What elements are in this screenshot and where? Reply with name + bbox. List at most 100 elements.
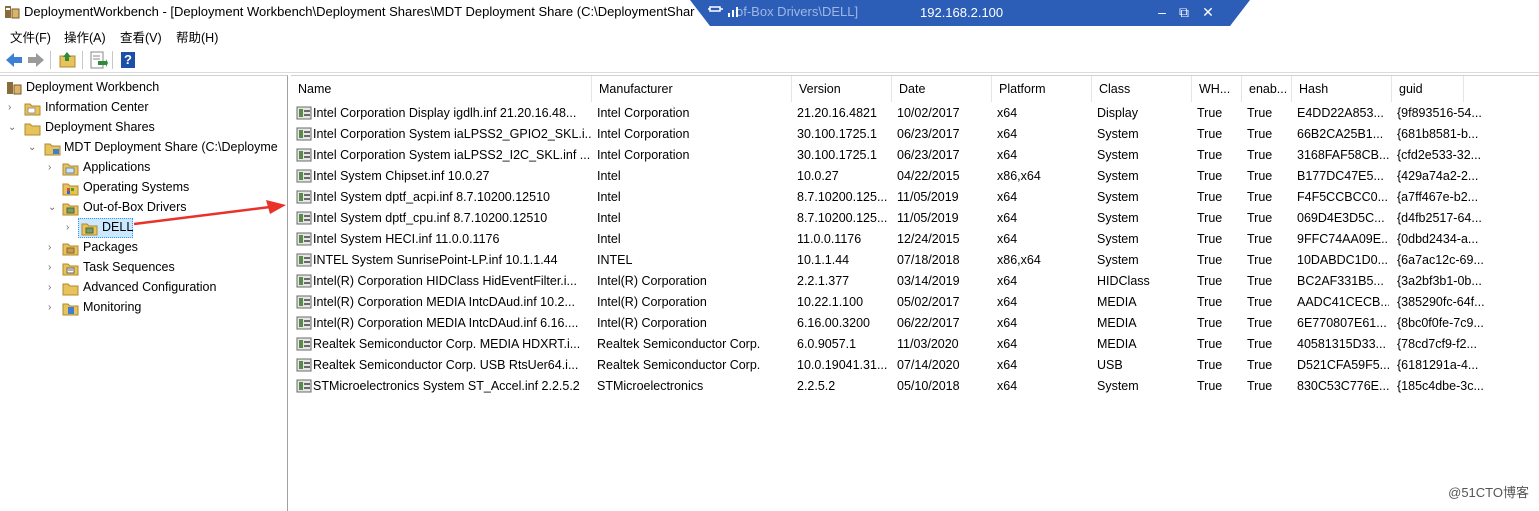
tree-node-monitoring[interactable]: › Monitoring xyxy=(0,298,288,318)
column-header-whql[interactable]: WH... xyxy=(1192,76,1242,102)
menu-file[interactable]: 文件(F) xyxy=(10,27,51,46)
up-folder-icon[interactable] xyxy=(58,50,78,70)
column-header-hash[interactable]: Hash xyxy=(1292,76,1392,102)
table-row[interactable]: Intel(R) Corporation MEDIA IntcDAud.inf … xyxy=(291,313,1491,334)
tree-node-deployment-shares[interactable]: ⌄ Deployment Shares xyxy=(0,118,288,138)
driver-icon xyxy=(296,378,313,394)
chevron-down-icon[interactable]: ⌄ xyxy=(48,203,58,213)
table-row[interactable]: Realtek Semiconductor Corp. MEDIA HDXRT.… xyxy=(291,334,1491,355)
cell-enabled: True xyxy=(1247,106,1273,120)
workbench-icon xyxy=(6,80,23,96)
tree-node-operating-systems[interactable]: Operating Systems xyxy=(0,178,288,198)
table-row[interactable]: Intel System dptf_acpi.inf 8.7.10200.125… xyxy=(291,187,1491,208)
window-title: DeploymentWorkbench - [Deployment Workbe… xyxy=(24,4,695,19)
remote-restore-button[interactable]: ⧉ xyxy=(1174,2,1194,22)
cell-guid: {3a2bf3b1-0b... xyxy=(1397,274,1482,288)
chevron-right-icon[interactable]: › xyxy=(8,103,18,113)
cell-enabled: True xyxy=(1247,337,1273,351)
cell-guid: {8bc0f0fe-7c9... xyxy=(1397,316,1484,330)
table-row[interactable]: Intel System Chipset.inf 10.0.27 Intel 10.… xyxy=(291,166,1491,187)
cell-manufacturer: Intel xyxy=(597,190,621,204)
toolbar: ? xyxy=(0,47,1539,73)
remote-title-overlap: of-Box Drivers\DELL] xyxy=(736,4,859,19)
cell-class: System xyxy=(1097,148,1139,162)
column-header-manufacturer[interactable]: Manufacturer xyxy=(592,76,792,102)
table-row[interactable]: INTEL System SunrisePoint-LP.inf 10.1.1.… xyxy=(291,250,1491,271)
tree-node-deployment-workbench[interactable]: Deployment Workbench xyxy=(0,78,288,98)
remote-minimize-button[interactable]: – xyxy=(1152,2,1172,22)
tree-label: MDT Deployment Share (C:\Deployme xyxy=(64,140,278,154)
tree-label: DELL xyxy=(102,220,134,234)
chevron-right-icon[interactable]: › xyxy=(66,223,76,233)
forward-arrow-icon[interactable] xyxy=(26,50,46,70)
chevron-down-icon[interactable]: ⌄ xyxy=(28,143,38,153)
cell-platform: x64 xyxy=(997,358,1018,372)
column-header-class[interactable]: Class xyxy=(1092,76,1192,102)
column-header-enabled[interactable]: enab... xyxy=(1242,76,1292,102)
cell-version: 10.1.1.44 xyxy=(797,253,850,267)
driver-icon xyxy=(296,315,313,331)
menu-action[interactable]: 操作(A) xyxy=(64,27,106,46)
chevron-right-icon[interactable]: › xyxy=(48,163,58,173)
table-row[interactable]: Intel(R) Corporation MEDIA IntcDAud.inf … xyxy=(291,292,1491,313)
cell-class: System xyxy=(1097,190,1139,204)
cell-name: Intel System HECI.inf 11.0.0.1176 xyxy=(313,232,500,246)
cell-whql: True xyxy=(1197,274,1223,288)
table-row[interactable]: Intel Corporation System iaLPSS2_I2C_SKL… xyxy=(291,145,1491,166)
export-list-icon[interactable] xyxy=(88,50,108,70)
column-header-guid[interactable]: guid xyxy=(1392,76,1464,102)
menu-help[interactable]: 帮助(H) xyxy=(176,27,218,46)
chevron-down-icon[interactable]: ⌄ xyxy=(8,123,18,133)
tree-label: Monitoring xyxy=(83,300,142,314)
chevron-right-icon[interactable]: › xyxy=(48,283,58,293)
remote-close-button[interactable]: ✕ xyxy=(1198,2,1218,22)
chevron-right-icon[interactable]: › xyxy=(48,263,58,273)
cell-enabled: True xyxy=(1247,232,1273,246)
table-row[interactable]: Realtek Semiconductor Corp. USB RtsUer64… xyxy=(291,355,1491,376)
tree-node-applications[interactable]: › Applications xyxy=(0,158,288,178)
cell-whql: True xyxy=(1197,295,1223,309)
cell-class: System xyxy=(1097,379,1139,393)
cell-version: 2.2.5.2 xyxy=(797,379,836,393)
chevron-right-icon[interactable]: › xyxy=(48,303,58,313)
cell-hash: AADC41CECB... xyxy=(1297,295,1389,309)
cell-class: MEDIA xyxy=(1097,295,1137,309)
pin-icon[interactable] xyxy=(708,4,726,20)
back-arrow-icon[interactable] xyxy=(4,50,24,70)
table-row[interactable]: Intel System HECI.inf 11.0.0.1176 Intel 11… xyxy=(291,229,1491,250)
cell-enabled: True xyxy=(1247,127,1273,141)
column-header-date[interactable]: Date xyxy=(892,76,992,102)
cell-name: Intel(R) Corporation MEDIA IntcDAud.inf … xyxy=(313,316,579,330)
cell-guid: {681b8581-b... xyxy=(1397,127,1479,141)
table-row[interactable]: Intel Corporation System iaLPSS2_GPIO2_S… xyxy=(291,124,1491,145)
cell-version: 11.0.0.1176 xyxy=(797,232,862,246)
cell-class: Display xyxy=(1097,106,1138,120)
cell-hash: F4F5CCBCC0... xyxy=(1297,190,1388,204)
tree-node-packages[interactable]: › Packages xyxy=(0,238,288,258)
tree-node-task-sequences[interactable]: › Task Sequences xyxy=(0,258,288,278)
cell-class: MEDIA xyxy=(1097,337,1137,351)
tree-node-mdt-deployment-share[interactable]: ⌄ MDT Deployment Share (C:\Deployme xyxy=(0,138,288,158)
menu-view[interactable]: 查看(V) xyxy=(120,27,162,46)
cell-version: 30.100.1725.1 xyxy=(797,127,877,141)
cell-whql: True xyxy=(1197,358,1223,372)
help-icon[interactable]: ? xyxy=(118,50,138,70)
packages-folder-icon xyxy=(62,240,79,256)
cell-name: Realtek Semiconductor Corp. MEDIA HDXRT.… xyxy=(313,337,581,351)
connection-signal-icon[interactable] xyxy=(728,5,742,20)
cell-date: 11/05/2019 xyxy=(897,211,959,225)
chevron-right-icon[interactable]: › xyxy=(48,243,58,253)
drivers-folder-icon xyxy=(62,200,79,216)
tree-node-information-center[interactable]: › Information Center xyxy=(0,98,288,118)
column-header-platform[interactable]: Platform xyxy=(992,76,1092,102)
driver-icon xyxy=(296,168,313,184)
table-row[interactable]: Intel(R) Corporation HIDClass HidEventFi… xyxy=(291,271,1491,292)
operating-systems-folder-icon xyxy=(62,180,79,196)
table-row[interactable]: STMicroelectronics System ST_Accel.inf 2… xyxy=(291,376,1491,397)
table-row[interactable]: Intel System dptf_cpu.inf 8.7.10200.1251… xyxy=(291,208,1491,229)
column-header-name[interactable]: Name xyxy=(291,76,592,102)
cell-whql: True xyxy=(1197,148,1223,162)
column-header-version[interactable]: Version xyxy=(792,76,892,102)
tree-node-advanced-configuration[interactable]: › Advanced Configuration xyxy=(0,278,288,298)
table-row[interactable]: Intel Corporation Display igdlh.inf 21.2… xyxy=(291,103,1491,124)
